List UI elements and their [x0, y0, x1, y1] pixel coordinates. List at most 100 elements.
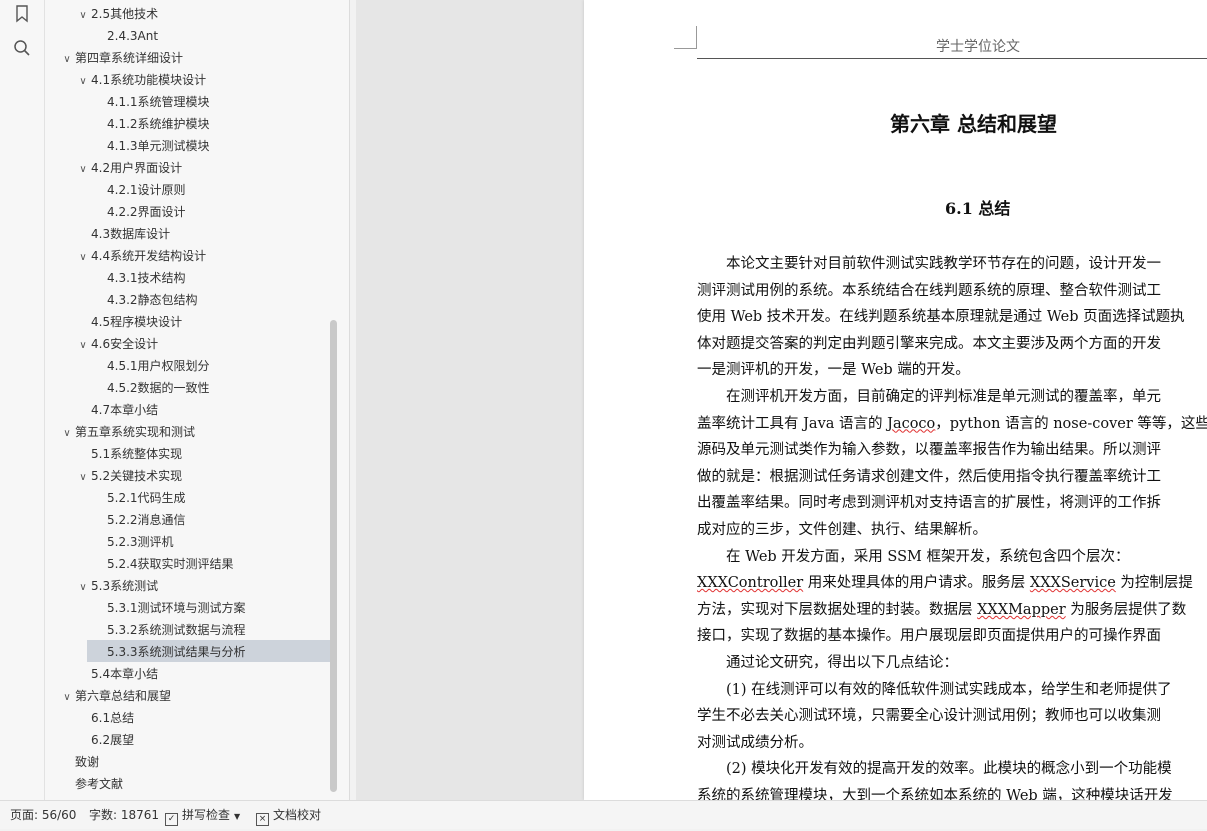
toc-item-label: 4.5程序模块设计 — [91, 315, 183, 329]
toc-item-label: 4.2.1设计原则 — [107, 183, 186, 197]
chevron-down-icon[interactable]: ∨ — [75, 71, 91, 93]
word-count[interactable]: 字数: 18761 — [89, 801, 159, 829]
proofread-label: 文档校对 — [273, 808, 322, 822]
toc-item-label: 4.2用户界面设计 — [91, 161, 183, 175]
toc-item[interactable]: 5.3.1测试环境与测试方案 — [107, 597, 246, 619]
toc-item[interactable]: ∨ 第四章系统详细设计 — [59, 47, 183, 69]
toc-item-label: 4.3数据库设计 — [91, 227, 171, 241]
toc-item[interactable]: 5.2.4获取实时测评结果 — [107, 553, 234, 575]
text-line: (1) 在线测评可以有效的降低软件测试实践成本，给学生和老师提供了 — [697, 681, 1172, 698]
text-line: 成对应的三步，文件创建、执行、结果解析。 — [697, 522, 987, 538]
toc-item[interactable]: 5.3.2系统测试数据与流程 — [107, 619, 246, 641]
spellcheck-label: 拼写检查 — [182, 808, 231, 822]
toc-item[interactable]: 4.1.2系统维护模块 — [107, 113, 210, 135]
chevron-down-icon[interactable]: ∨ — [75, 335, 91, 357]
toc-item-label: 5.3系统测试 — [91, 579, 159, 593]
toc-item[interactable]: 4.3数据库设计 — [75, 223, 170, 245]
bookmark-icon[interactable] — [12, 4, 32, 24]
text-line: 在测评机开发方面，目前确定的评判标准是单元测试的覆盖率，单元 — [697, 389, 1161, 405]
toc-item[interactable]: ∨ 4.6安全设计 — [75, 333, 158, 355]
toc-item[interactable]: ∨ 5.2关键技术实现 — [75, 465, 182, 487]
toc-item[interactable]: 4.2.1设计原则 — [107, 179, 186, 201]
document-area: 学士学位论文 第六章 总结和展望 6.1 总结 本论文主要针对目前软件测试实践教… — [356, 0, 1207, 800]
chevron-down-icon[interactable]: ∨ — [59, 423, 75, 445]
toc-item[interactable]: 5.2.3测评机 — [107, 531, 174, 553]
toc-item-label: 4.5.1用户权限划分 — [107, 359, 210, 373]
toc-item[interactable]: ∨ 2.5其他技术 — [75, 3, 158, 25]
toc-item-label: 4.6安全设计 — [91, 337, 159, 351]
toc-item-label: 4.1.2系统维护模块 — [107, 117, 210, 131]
toc-item[interactable]: 4.1.1系统管理模块 — [107, 91, 210, 113]
chevron-down-icon[interactable]: ∨ — [75, 159, 91, 181]
text-line: 接口，实现了数据的基本操作。用户展现层即页面提供用户的可操作界面 — [697, 628, 1161, 645]
chevron-down-icon[interactable]: ∨ — [75, 577, 91, 599]
section-title: 6.1 总结 — [945, 199, 1011, 218]
toc-item-label: 5.2.1代码生成 — [107, 491, 186, 505]
text-line: 做的就是：根据测试任务请求创建文件，然后使用指令执行覆盖率统计工 — [697, 468, 1161, 485]
toc-item[interactable]: 5.3.3系统测试结果与分析 — [107, 641, 246, 663]
text-line: 本论文主要针对目前软件测试实践教学环节存在的问题，设计开发一 — [697, 256, 1161, 272]
toc-item[interactable]: ∨ 4.2用户界面设计 — [75, 157, 182, 179]
toc-item-label: 4.1.1系统管理模块 — [107, 95, 210, 109]
text-line: (2) 模块化开发有效的提高开发的效率。此模块的概念小到一个功能模 — [697, 761, 1172, 778]
toc-item[interactable]: ∨ 第六章总结和展望 — [59, 685, 171, 707]
toc-item[interactable]: 致谢 — [59, 751, 99, 773]
toc-item[interactable]: 5.2.2消息通信 — [107, 509, 186, 531]
toc-item[interactable]: ∨ 第五章系统实现和测试 — [59, 421, 195, 443]
toc-item[interactable]: 4.7本章小结 — [75, 399, 158, 421]
chevron-down-icon[interactable]: ∨ — [75, 5, 91, 27]
toc-item-label: 5.2关键技术实现 — [91, 469, 183, 483]
toc-item-label: 2.5其他技术 — [91, 7, 159, 21]
status-bar: 页面: 56/60 字数: 18761 ✓ 拼写检查 ▼ × 文档校对 — [0, 800, 1207, 829]
proofread-button[interactable]: × 文档校对 — [256, 801, 321, 829]
toc-item[interactable]: 5.2.1代码生成 — [107, 487, 186, 509]
text-line: XXXController 用来处理具体的用户请求。服务层 XXXService… — [697, 575, 1193, 592]
toc-item-label: 6.2展望 — [91, 733, 135, 747]
toc-item-label: 第六章总结和展望 — [75, 689, 172, 703]
toc-item[interactable]: 4.1.3单元测试模块 — [107, 135, 210, 157]
toc-item-label: 2.4.3Ant — [107, 29, 159, 43]
spellcheck-button[interactable]: ✓ 拼写检查 ▼ — [165, 801, 240, 829]
toc-item[interactable]: 4.3.1技术结构 — [107, 267, 186, 289]
nav-scrollbar[interactable] — [330, 320, 337, 792]
toc-item[interactable]: ∨ 4.4系统开发结构设计 — [75, 245, 206, 267]
toc-item[interactable]: 5.1系统整体实现 — [75, 443, 182, 465]
toc-item-label: 5.4本章小结 — [91, 667, 159, 681]
toc-item-label: 5.3.2系统测试数据与流程 — [107, 623, 246, 637]
toc-item-label: 5.2.3测评机 — [107, 535, 174, 549]
toc-item[interactable]: ∨ 5.3系统测试 — [75, 575, 158, 597]
toc-item-label: 4.1系统功能模块设计 — [91, 73, 207, 87]
toc-item[interactable]: 4.5.1用户权限划分 — [107, 355, 210, 377]
navigation-pane: ∨ 2.5其他技术 2.4.3Ant ∨ 第四章系统详细设计 ∨ 4.1系统功能模块设计 4.… — [45, 0, 350, 800]
page-indicator[interactable]: 页面: 56/60 — [10, 801, 76, 829]
page-header: 学士学位论文 — [936, 39, 1020, 55]
toc-item[interactable]: 6.1总结 — [75, 707, 134, 729]
text-line: 盖率统计工具有 Java 语言的 Jacoco，python 语言的 nose-… — [697, 415, 1207, 432]
search-icon[interactable] — [12, 38, 32, 58]
text-line: 一是测评机的开发，一是 Web 端的开发。 — [697, 362, 970, 379]
toc-item-label: 4.7本章小结 — [91, 403, 159, 417]
toc-item[interactable]: 6.2展望 — [75, 729, 134, 751]
toc-item[interactable]: 2.4.3Ant — [107, 25, 158, 47]
toc-item-label: 5.1系统整体实现 — [91, 447, 183, 461]
chevron-down-icon[interactable]: ∨ — [59, 687, 75, 709]
side-icon-rail — [0, 0, 45, 800]
toc-item[interactable]: 5.4本章小结 — [75, 663, 158, 685]
toc-item-label: 4.3.2静态包结构 — [107, 293, 198, 307]
toc-item[interactable]: 4.5程序模块设计 — [75, 311, 182, 333]
toc-item-label: 第五章系统实现和测试 — [75, 425, 196, 439]
toc-item[interactable]: ∨ 4.1系统功能模块设计 — [75, 69, 206, 91]
chevron-down-icon[interactable]: ∨ — [75, 467, 91, 489]
proofread-icon: × — [256, 813, 269, 826]
toc-item[interactable]: 4.2.2界面设计 — [107, 201, 186, 223]
text-line: 方法，实现对下层数据处理的封装。数据层 XXXMapper 为服务层提供了数 — [697, 601, 1187, 618]
toc-item[interactable]: 参考文献 — [59, 773, 123, 795]
chevron-down-icon[interactable]: ∨ — [59, 49, 75, 71]
check-icon: ✓ — [165, 813, 178, 826]
toc-item[interactable]: 4.3.2静态包结构 — [107, 289, 198, 311]
header-rule — [697, 58, 1207, 59]
toc-item-label: 第四章系统详细设计 — [75, 51, 184, 65]
chevron-down-icon[interactable]: ∨ — [75, 247, 91, 269]
text-line: 对测试成绩分析。 — [697, 734, 813, 751]
toc-item[interactable]: 4.5.2数据的一致性 — [107, 377, 210, 399]
